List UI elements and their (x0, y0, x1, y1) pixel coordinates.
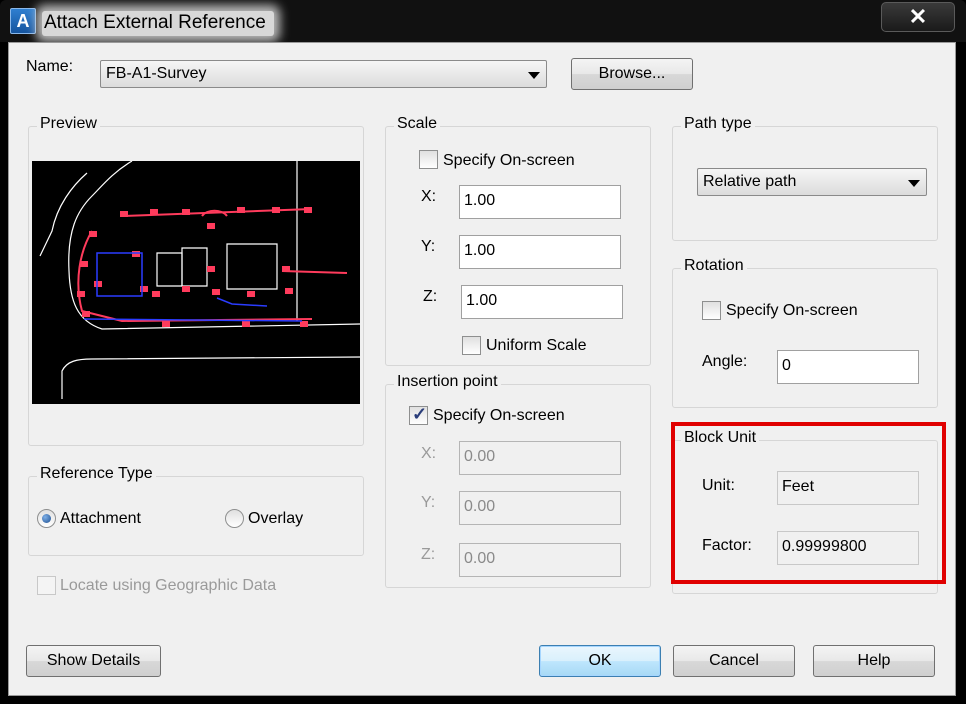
title-bar: A Attach External Reference ✕ (0, 0, 966, 42)
checkmark-icon: ✓ (412, 404, 428, 424)
insertion-specify-onscreen-checkbox[interactable]: ✓ (409, 404, 428, 425)
scale-group-title: Scale (394, 115, 441, 133)
name-dropdown-value: FB-A1-Survey (106, 65, 207, 82)
attachment-label[interactable]: Attachment (60, 510, 141, 528)
scale-z-label: Z: (423, 288, 438, 305)
angle-input[interactable]: 0 (777, 350, 919, 384)
name-label: Name: (26, 58, 74, 75)
attachment-radio[interactable] (37, 509, 56, 528)
drawing-preview-image (39, 160, 361, 399)
path-type-value: Relative path (703, 173, 797, 190)
reference-type-title: Reference Type (37, 465, 156, 483)
angle-label: Angle: (702, 353, 748, 370)
help-button[interactable]: Help (813, 645, 935, 677)
insertion-x-input: 0.00 (459, 441, 621, 475)
overlay-label[interactable]: Overlay (248, 510, 303, 528)
ok-button[interactable]: OK (539, 645, 661, 677)
scale-specify-onscreen-label[interactable]: Specify On-screen (443, 152, 575, 170)
insertion-specify-onscreen-label[interactable]: Specify On-screen (433, 407, 565, 425)
geographic-data-checkbox (37, 576, 56, 595)
chevron-down-icon (528, 72, 540, 79)
insertion-y-label: Y: (421, 494, 436, 511)
insertion-z-input: 0.00 (459, 543, 621, 577)
scale-specify-onscreen-checkbox[interactable] (419, 150, 438, 169)
chevron-down-icon (908, 180, 920, 187)
dialog-window: A Attach External Reference ✕ Name: FB-A… (0, 0, 966, 704)
scale-x-label: X: (421, 188, 437, 205)
overlay-radio[interactable] (225, 509, 244, 528)
name-dropdown[interactable]: FB-A1-Survey (100, 60, 547, 88)
uniform-scale-checkbox[interactable] (462, 336, 481, 355)
close-button[interactable]: ✕ (881, 2, 955, 32)
scale-y-input[interactable]: 1.00 (459, 235, 621, 269)
insertion-y-input: 0.00 (459, 491, 621, 525)
scale-x-input[interactable]: 1.00 (459, 185, 621, 219)
path-type-title: Path type (681, 115, 755, 133)
dialog-client-area: Name: FB-A1-Survey Browse... Preview Ref… (8, 42, 956, 696)
insertion-x-label: X: (421, 445, 437, 462)
rotation-title: Rotation (681, 257, 747, 275)
radio-selected-dot (42, 514, 51, 523)
browse-button[interactable]: Browse... (571, 58, 693, 90)
autocad-app-icon: A (10, 8, 36, 34)
rotation-specify-onscreen-label[interactable]: Specify On-screen (726, 302, 858, 320)
preview-group-title: Preview (37, 115, 100, 133)
scale-z-input[interactable]: 1.00 (461, 285, 623, 319)
scale-y-label: Y: (421, 238, 436, 255)
geographic-data-label: Locate using Geographic Data (60, 577, 277, 594)
cancel-button[interactable]: Cancel (673, 645, 795, 677)
uniform-scale-label[interactable]: Uniform Scale (486, 337, 586, 355)
rotation-group: Rotation (672, 257, 938, 408)
block-unit-highlight (671, 422, 946, 584)
window-title: Attach External Reference (42, 11, 274, 36)
path-type-dropdown[interactable]: Relative path (697, 168, 927, 196)
drawing-preview (32, 160, 361, 404)
insertion-point-title: Insertion point (394, 373, 501, 391)
insertion-z-label: Z: (421, 546, 436, 563)
close-icon: ✕ (908, 4, 928, 29)
rotation-specify-onscreen-checkbox[interactable] (702, 301, 721, 320)
show-details-button[interactable]: Show Details (26, 645, 161, 677)
